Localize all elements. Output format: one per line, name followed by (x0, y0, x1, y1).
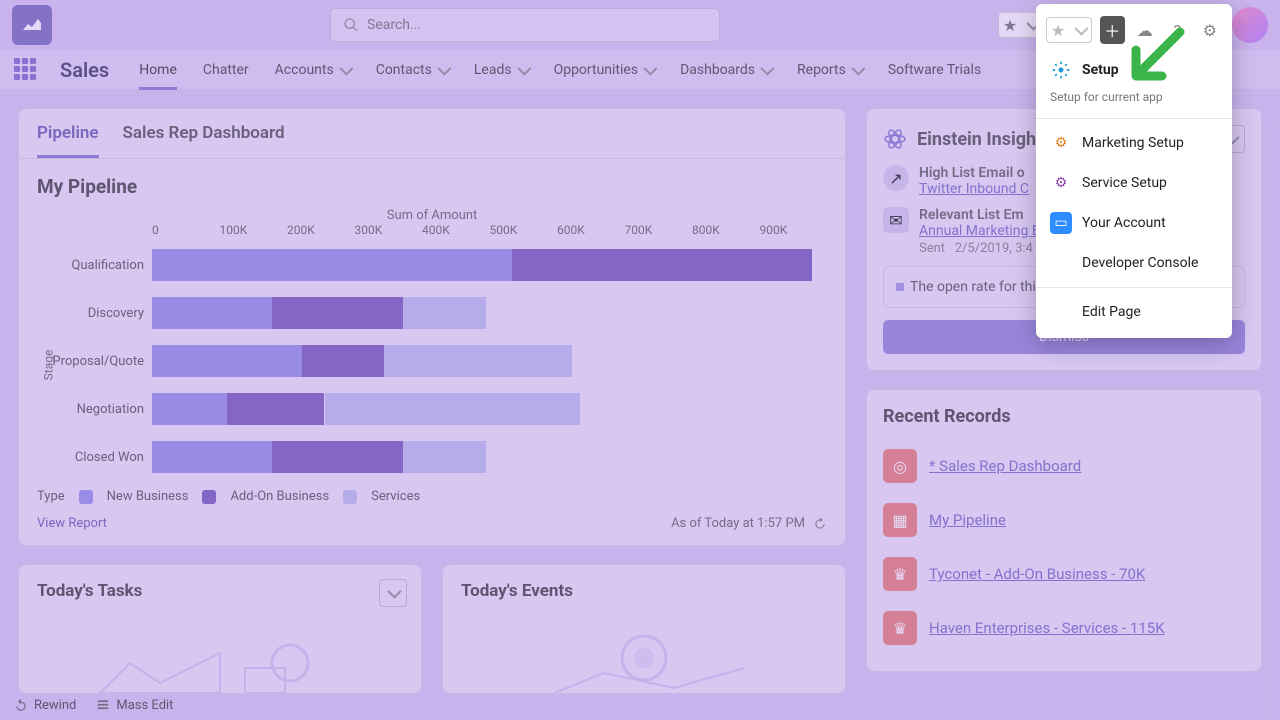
nav-home[interactable]: Home (139, 50, 177, 90)
recent-records-title: Recent Records (883, 406, 1245, 427)
bar-row: Discovery (37, 289, 827, 337)
app-launcher-icon[interactable] (14, 58, 38, 82)
app-logo (12, 5, 52, 45)
chart-axis-title: Sum of Amount (37, 208, 827, 223)
bar-row: Qualification (37, 241, 827, 289)
insight-line1: High List Email o (919, 165, 1029, 181)
rewind-button[interactable]: Rewind (14, 698, 76, 713)
sub-tabs: Pipeline Sales Rep Dashboard (19, 109, 845, 159)
recent-record-item[interactable]: ▦My Pipeline (883, 493, 1245, 547)
nav-reports[interactable]: Reports (797, 50, 862, 90)
insight-sent: Sent (919, 241, 945, 256)
dd-add-icon[interactable]: ＋ (1100, 16, 1125, 44)
recent-record-item[interactable]: ♛Tyconet - Add-On Business - 70K (883, 547, 1245, 601)
dd-setup-sub: Setup for current app (1036, 90, 1232, 114)
as-of-text: As of Today at 1:57 PM (671, 516, 805, 531)
dd-marketing-setup[interactable]: ⚙Marketing Setup (1036, 123, 1232, 163)
insight-icon-1: ↗ (883, 165, 909, 191)
nav-software-trials[interactable]: Software Trials (888, 50, 981, 90)
insight-link2[interactable]: Annual Marketing E (919, 223, 1040, 239)
events-title: Today's Events (461, 581, 827, 601)
insight-icon-2: ✉ (883, 207, 909, 233)
einstein-title: Einstein Insights (917, 129, 1051, 150)
footer-bar: Rewind Mass Edit (0, 690, 1280, 720)
insight-date: 2/5/2019, 3:4 (955, 241, 1033, 256)
bar-row: Proposal/Quote (37, 337, 827, 385)
events-card: Today's Events (442, 564, 846, 694)
nav-opportunities[interactable]: Opportunities (554, 50, 655, 90)
dd-your-account[interactable]: ▭Your Account (1036, 203, 1232, 243)
nav-chatter[interactable]: Chatter (203, 50, 249, 90)
sub-tab-sales-rep-dashboard[interactable]: Sales Rep Dashboard (123, 123, 285, 158)
insight-link1[interactable]: Twitter Inbound C (919, 181, 1029, 197)
nav-contacts[interactable]: Contacts (376, 50, 448, 90)
tasks-card: Today's Tasks (18, 564, 422, 694)
tasks-filter-dropdown[interactable] (379, 579, 407, 607)
stage-axis-label: Stage (41, 350, 55, 381)
sub-tab-pipeline[interactable]: Pipeline (37, 123, 99, 158)
refresh-icon[interactable] (813, 517, 827, 531)
recent-record-item[interactable]: ◎* Sales Rep Dashboard (883, 439, 1245, 493)
recent-records-card: Recent Records ◎* Sales Rep Dashboard▦My… (866, 389, 1262, 672)
annotation-arrow-icon (1122, 20, 1192, 90)
view-report-link[interactable]: View Report (37, 516, 107, 531)
einstein-icon (883, 127, 907, 151)
legend-type-label: Type (37, 489, 65, 504)
dd-developer-console[interactable]: Developer Console (1036, 243, 1232, 283)
dd-edit-page[interactable]: Edit Page (1036, 292, 1232, 332)
app-name: Sales (60, 58, 109, 82)
tasks-title: Today's Tasks (37, 581, 403, 601)
mass-edit-button[interactable]: Mass Edit (96, 698, 173, 713)
nav-dashboards[interactable]: Dashboards (680, 50, 771, 90)
avatar[interactable] (1232, 7, 1268, 43)
dd-gear-icon[interactable]: ⚙ (1198, 16, 1223, 44)
nav-leads[interactable]: Leads (474, 50, 528, 90)
bar-row: Negotiation (37, 385, 827, 433)
nav-accounts[interactable]: Accounts (275, 50, 350, 90)
pipeline-title: My Pipeline (37, 175, 827, 198)
dd-service-setup[interactable]: ⚙Service Setup (1036, 163, 1232, 203)
recent-record-item[interactable]: ♛Haven Enterprises - Services - 115K (883, 601, 1245, 655)
search-icon (343, 17, 359, 33)
search-placeholder: Search... (367, 17, 421, 33)
search-input[interactable]: Search... (330, 8, 720, 42)
insight-line2: Relevant List Em (919, 207, 1040, 223)
dd-favorites[interactable]: ★ (1046, 17, 1092, 43)
bar-row: Closed Won (37, 433, 827, 481)
pipeline-card: PipelineSales Rep Dashboard My Pipeline … (18, 108, 846, 546)
